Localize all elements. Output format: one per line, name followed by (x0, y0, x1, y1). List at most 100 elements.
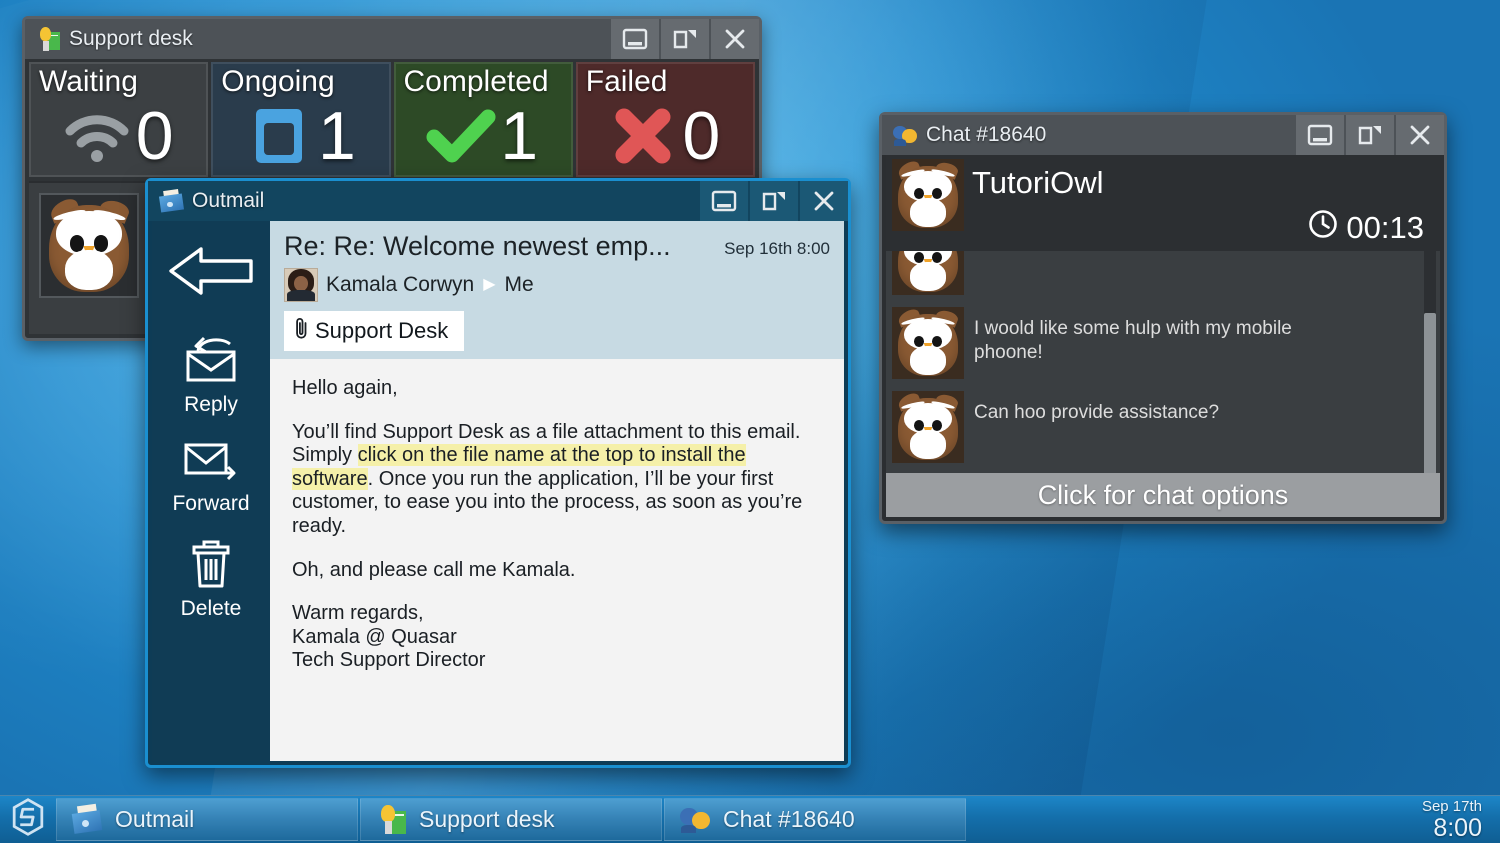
paperclip-icon (294, 316, 309, 346)
outmail-sidebar: Reply Forward Delete (152, 221, 270, 761)
owl-avatar (892, 391, 964, 463)
email-sign-title: Tech Support Director (292, 649, 486, 672)
taskbar-clock: Sep 17th 8:00 (1422, 796, 1500, 843)
taskbar-item-label: Support desk (419, 806, 555, 832)
chat-bubbles-icon (892, 122, 918, 148)
ticket-item[interactable] (39, 193, 139, 298)
taskbar-item-support-desk[interactable]: Support desk (360, 798, 662, 841)
check-icon (424, 101, 498, 171)
stat-failed[interactable]: Failed 0 (575, 62, 755, 177)
email-sender-row: Kamala Corwyn ▶ Me (284, 268, 830, 302)
stat-waiting-label: Waiting (39, 65, 138, 98)
taskbar-item-outmail[interactable]: Outmail (56, 798, 358, 841)
clock-icon (1308, 209, 1338, 247)
chat-message-text: Can hoo provide assistance? (974, 402, 1220, 423)
stat-ongoing-value: 1 (317, 97, 356, 174)
owl-avatar (41, 195, 137, 296)
email-greeting: Hello again, (292, 377, 398, 399)
outmail-content: Re: Re: Welcome newest emp... Sep 16th 8… (270, 221, 844, 761)
chat-options-button[interactable]: Click for chat options (886, 473, 1440, 517)
cross-icon (606, 101, 680, 171)
stat-failed-value: 0 (682, 97, 721, 174)
email-date: Sep 16th 8:00 (724, 239, 830, 258)
taskbar-item-label: Chat #18640 (723, 806, 855, 832)
chat-message: Can hoo provide assistance? (886, 385, 1440, 469)
email-sender-name: Kamala Corwyn (326, 273, 475, 296)
email-sign-name: Kamala @ Quasar (292, 625, 457, 648)
minimize-icon[interactable] (1296, 115, 1344, 155)
outmail-titlebar[interactable]: Outmail (148, 181, 848, 221)
forward-button[interactable]: Forward (156, 435, 266, 518)
start-button[interactable] (0, 796, 56, 843)
email-recipient-name: Me (504, 273, 534, 296)
delete-button[interactable]: Delete (156, 534, 266, 623)
maximize-icon[interactable] (1346, 115, 1394, 155)
outmail-window[interactable]: Outmail Reply Forward Delete Re: Re: Wel… (145, 178, 851, 768)
forward-label: Forward (172, 492, 250, 515)
email-subject: Re: Re: Welcome newest emp... (284, 231, 671, 261)
chat-title: Chat #18640 (926, 123, 1047, 146)
chat-titlebar[interactable]: Chat #18640 (882, 115, 1444, 155)
chat-message-text: I woold like some hulp with my mobile ph… (974, 318, 1292, 364)
chat-scrollbar-thumb[interactable] (1424, 313, 1436, 473)
delete-label: Delete (180, 597, 242, 620)
taskbar-item-chat[interactable]: Chat #18640 (664, 798, 966, 841)
reply-label: Reply (184, 393, 238, 416)
taskbar-item-label: Outmail (115, 806, 195, 832)
chat-message-list[interactable]: I woold like some hulp with my mobile ph… (886, 251, 1440, 473)
taskbar: Outmail Support desk Chat #18640 Sep 17t… (0, 795, 1500, 843)
close-icon[interactable] (1396, 115, 1444, 155)
stat-completed-label: Completed (403, 65, 549, 98)
email-body: Hello again, You’ll find Support Desk as… (270, 359, 844, 761)
chat-window[interactable]: Chat #18640 TutoriOwl 00:13 I woold like… (879, 112, 1447, 524)
maximize-icon[interactable] (750, 181, 798, 221)
minimize-icon[interactable] (611, 19, 659, 59)
chat-header: TutoriOwl 00:13 (886, 155, 1440, 251)
stat-completed[interactable]: Completed 1 (393, 62, 573, 177)
owl-avatar (892, 159, 964, 231)
close-icon[interactable] (800, 181, 848, 221)
reply-button[interactable]: Reply (156, 330, 266, 419)
attachment-name: Support Desk (315, 318, 449, 343)
clock-time: 8:00 (1433, 813, 1482, 842)
clock-date: Sep 17th (1421, 797, 1482, 815)
back-arrow-icon (165, 241, 257, 306)
email-p1-post: . Once you run the application, I’ll be … (292, 467, 803, 537)
stat-waiting[interactable]: Waiting 0 (29, 62, 209, 177)
reply-icon (180, 334, 242, 391)
email-paragraph-2: Oh, and please call me Kamala. (292, 558, 576, 581)
chat-window-controls (1294, 115, 1444, 155)
stat-ongoing[interactable]: Ongoing 1 (211, 62, 391, 177)
support-desk-title: Support desk (69, 27, 193, 50)
chat-body: TutoriOwl 00:13 I woold like some hulp w… (886, 155, 1440, 517)
stat-waiting-value: 0 (135, 97, 174, 174)
chat-message: I woold like some hulp with my mobile ph… (886, 301, 1440, 385)
forward-icon (180, 439, 242, 490)
chat-timer-value: 00:13 (1346, 210, 1424, 245)
maximize-icon[interactable] (661, 19, 709, 59)
chat-message (886, 251, 1440, 301)
email-paragraph-1: You’ll find Support Desk as a file attac… (292, 421, 822, 539)
chat-timer: 00:13 (1308, 209, 1424, 247)
email-header: Re: Re: Welcome newest emp... Sep 16th 8… (270, 221, 844, 359)
trash-icon (185, 538, 237, 595)
mail-icon (158, 188, 184, 214)
attachment-chip[interactable]: Support Desk (284, 311, 465, 351)
stat-failed-label: Failed (585, 65, 668, 98)
lightbulb-notepad-icon (375, 804, 407, 836)
close-icon[interactable] (711, 19, 759, 59)
outmail-title: Outmail (192, 189, 265, 212)
outmail-window-controls (698, 181, 848, 221)
avatar (284, 268, 318, 302)
support-desk-titlebar[interactable]: Support desk (25, 19, 759, 59)
quasar-hex-logo (10, 798, 46, 841)
arrow-right-icon: ▶ (483, 276, 496, 293)
ticket-icon (242, 101, 316, 171)
chat-customer-name: TutoriOwl (972, 165, 1104, 200)
chat-bubbles-icon (679, 804, 711, 836)
email-signoff: Warm regards, (292, 602, 424, 625)
back-button[interactable] (156, 237, 266, 308)
owl-avatar (892, 307, 964, 379)
lightbulb-notepad-icon (35, 26, 61, 52)
minimize-icon[interactable] (700, 181, 748, 221)
